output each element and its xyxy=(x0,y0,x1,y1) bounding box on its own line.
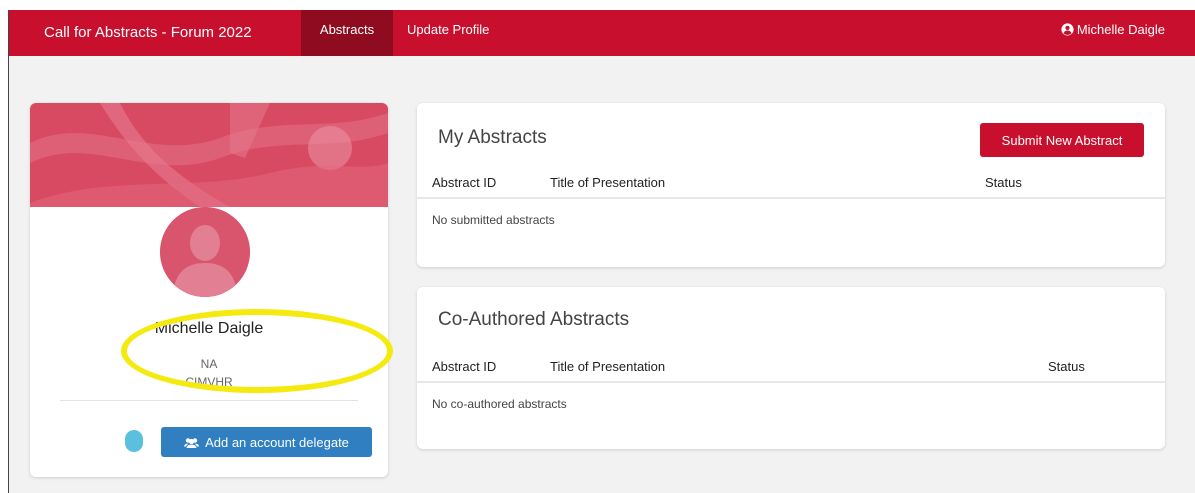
nav-update-profile[interactable]: Update Profile xyxy=(407,10,503,56)
user-circle-icon xyxy=(1061,23,1074,36)
add-account-delegate-button[interactable]: Add an account delegate xyxy=(161,427,372,457)
profile-organization: CIMVHR xyxy=(185,375,233,389)
profile-name: Michelle Daigle xyxy=(154,320,264,337)
users-icon xyxy=(184,438,200,448)
my-abstracts-card: My Abstracts Submit New Abstract Abstrac… xyxy=(417,103,1165,267)
user-menu[interactable]: Michelle Daigle xyxy=(1061,10,1165,56)
column-title: Title of Presentation xyxy=(550,359,666,374)
cover-pattern xyxy=(30,103,388,207)
profile-title: NA xyxy=(200,357,218,371)
column-status: Status xyxy=(1048,359,1085,374)
avatar xyxy=(160,207,250,297)
column-status: Status xyxy=(985,175,1022,190)
delegate-button-label: Add an account delegate xyxy=(205,435,349,450)
co-authored-abstracts-card: Co-Authored Abstracts Abstract ID Title … xyxy=(417,287,1165,449)
profile-divider xyxy=(60,400,358,401)
profile-cover xyxy=(30,103,388,207)
column-title: Title of Presentation xyxy=(550,175,666,190)
app-frame: Call for Abstracts - Forum 2022 Abstract… xyxy=(8,10,1195,493)
person-silhouette-icon xyxy=(160,207,250,297)
user-name: Michelle Daigle xyxy=(1076,22,1165,37)
profile-card: Michelle Daigle NA CIMVHR Add an account… xyxy=(30,103,388,477)
column-abstract-id: Abstract ID xyxy=(432,175,497,190)
table-header-divider xyxy=(417,381,1165,383)
my-abstracts-title: My Abstracts xyxy=(438,127,547,148)
co-authored-empty: No co-authored abstracts xyxy=(432,397,567,411)
co-authored-title: Co-Authored Abstracts xyxy=(438,309,630,330)
top-navbar: Call for Abstracts - Forum 2022 Abstract… xyxy=(9,10,1195,56)
submit-new-abstract-button[interactable]: Submit New Abstract xyxy=(980,123,1144,157)
brand-link[interactable]: Call for Abstracts - Forum 2022 xyxy=(44,10,252,56)
delegate-toggle[interactable] xyxy=(125,430,143,452)
table-header-divider xyxy=(417,197,1165,199)
my-abstracts-empty: No submitted abstracts xyxy=(432,213,555,227)
column-abstract-id: Abstract ID xyxy=(432,359,497,374)
nav-abstracts[interactable]: Abstracts xyxy=(301,10,393,56)
